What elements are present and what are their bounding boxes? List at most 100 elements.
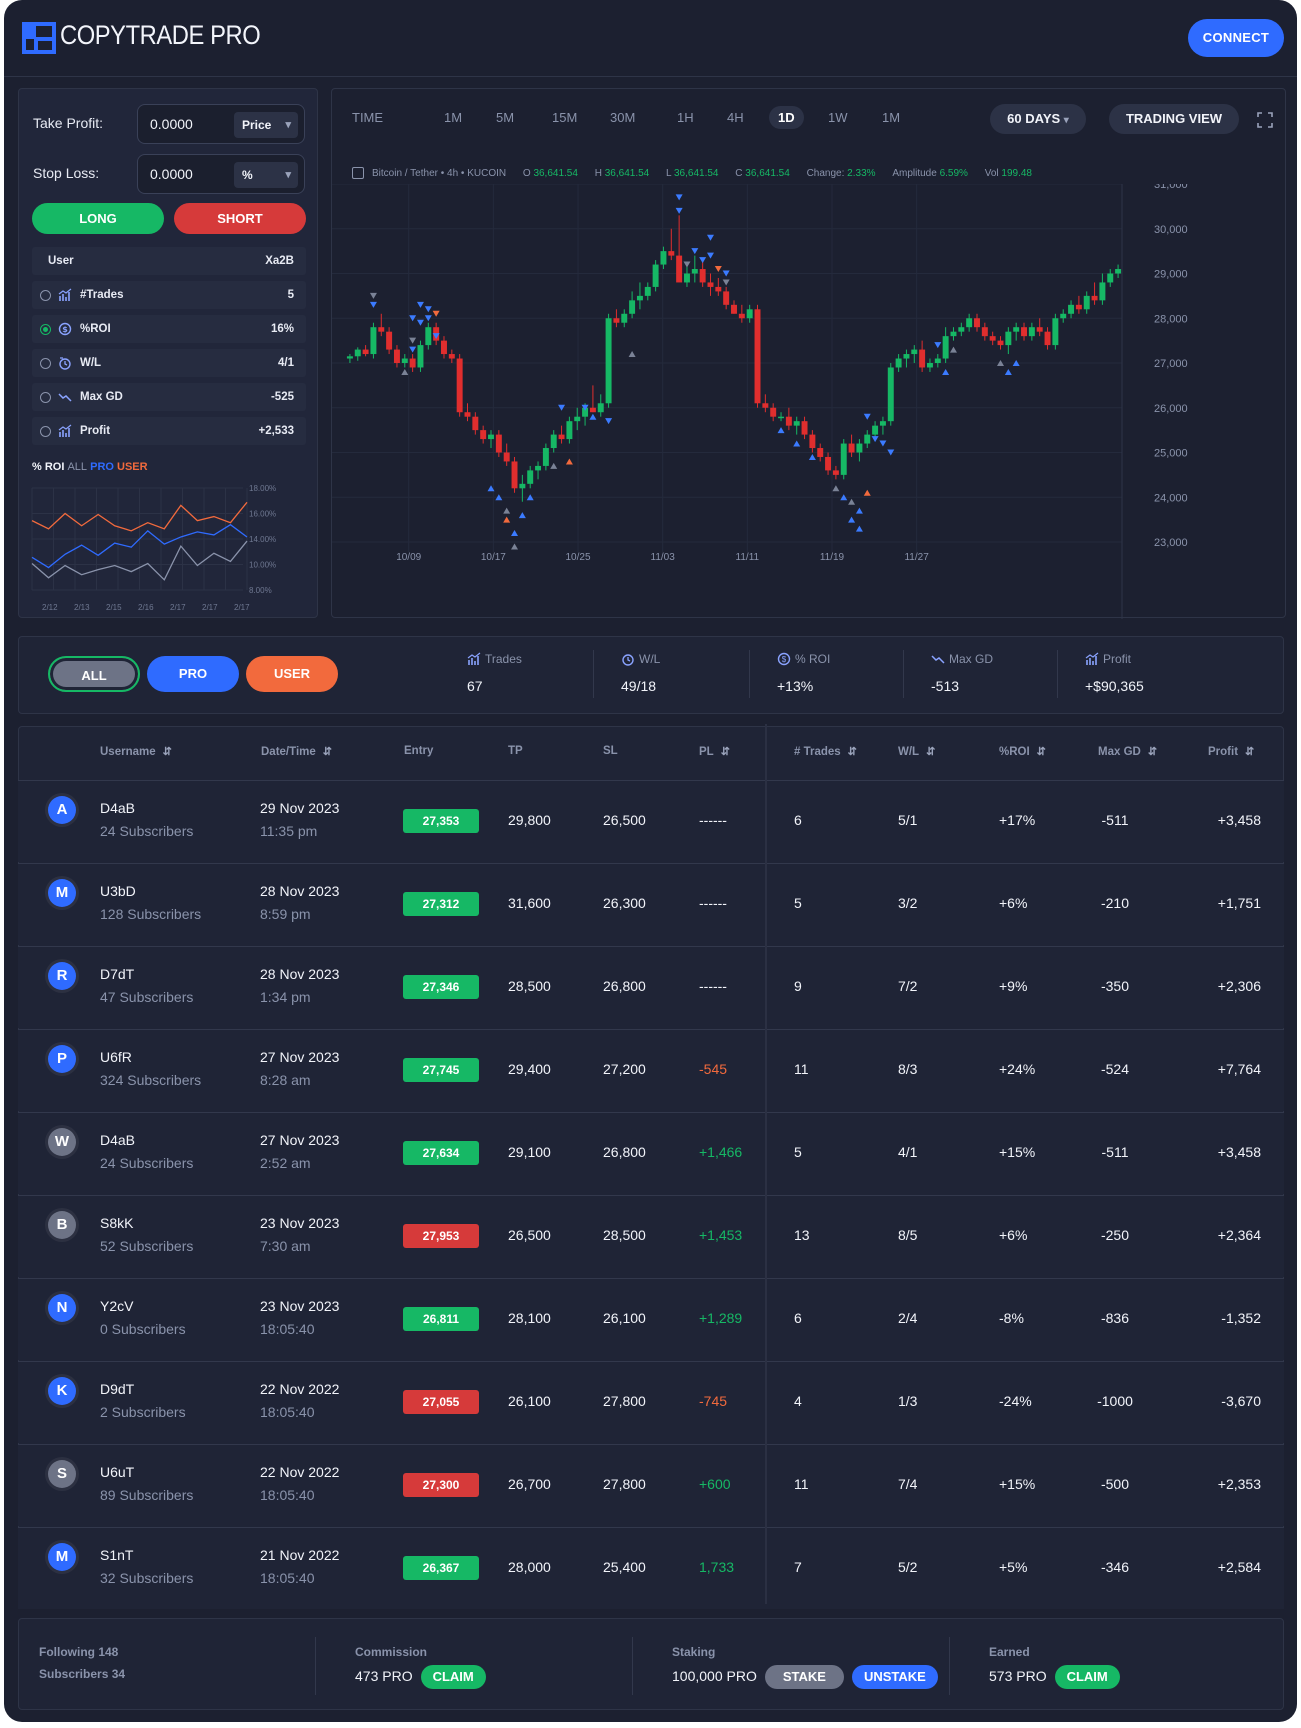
timeframe-15m[interactable]: 15M (552, 110, 577, 125)
trade-marker[interactable] (863, 413, 871, 420)
column-header-w-l[interactable]: W/L ⇵ (898, 745, 935, 758)
trade-marker[interactable] (401, 368, 409, 375)
candle-body[interactable] (895, 358, 902, 368)
candle-body[interactable] (636, 295, 643, 301)
candle-body[interactable] (942, 336, 949, 359)
trade-marker[interactable] (369, 301, 377, 308)
candle-body[interactable] (362, 349, 369, 355)
candle-body[interactable] (1036, 327, 1043, 332)
candle-body[interactable] (542, 448, 549, 466)
timeframe-5m[interactable]: 5M (496, 110, 514, 125)
candle-body[interactable] (848, 443, 855, 453)
trade-marker[interactable] (934, 342, 942, 349)
candle-body[interactable] (1005, 331, 1012, 346)
candle-body[interactable] (629, 300, 636, 314)
candle-body[interactable] (691, 269, 698, 274)
trade-marker[interactable] (432, 310, 440, 317)
candle-body[interactable] (1013, 327, 1020, 332)
candle-body[interactable] (864, 434, 871, 444)
candle-body[interactable] (817, 448, 824, 457)
radio-button[interactable] (40, 290, 51, 301)
username[interactable]: S1nT (100, 1547, 133, 1563)
username[interactable]: D4aB (100, 1132, 135, 1148)
candle-body[interactable] (825, 456, 832, 471)
trade-marker[interactable] (589, 413, 597, 420)
table-row[interactable]: M U3bD 128 Subscribers 28 Nov 2023 8:59 … (18, 863, 1284, 945)
timeframe-1m[interactable]: 1M (444, 110, 462, 125)
candle-body[interactable] (472, 416, 479, 431)
user-stat-bar[interactable]: #Trades 5 (32, 281, 306, 309)
candle-body[interactable] (652, 264, 659, 287)
candle-body[interactable] (425, 327, 432, 346)
candle-body[interactable] (1091, 295, 1098, 301)
candlestick-chart[interactable]: 31,000 30,000 29,000 28,000 27,000 26,000 25,0… (332, 184, 1287, 619)
candle-body[interactable] (762, 403, 769, 408)
candle-body[interactable] (644, 286, 651, 296)
candle-body[interactable] (997, 340, 1004, 346)
trade-marker[interactable] (706, 252, 714, 259)
long-button[interactable]: LONG (32, 203, 164, 234)
avatar[interactable]: B (48, 1211, 76, 1239)
filter-pro-button[interactable]: PRO (147, 656, 239, 692)
candle-body[interactable] (558, 434, 565, 440)
trade-marker[interactable] (848, 516, 856, 523)
candle-body[interactable] (778, 416, 785, 419)
candle-body[interactable] (683, 273, 690, 283)
candle-body[interactable] (386, 331, 393, 350)
candle-body[interactable] (887, 367, 894, 422)
candle-body[interactable] (746, 309, 753, 319)
fullscreen-icon[interactable] (1257, 112, 1273, 128)
trading-view-button[interactable]: TRADING VIEW (1109, 104, 1239, 134)
short-button[interactable]: SHORT (174, 203, 306, 234)
candle-body[interactable] (872, 425, 879, 435)
column-header--trades[interactable]: # Trades ⇵ (794, 745, 857, 758)
avatar[interactable]: N (48, 1294, 76, 1322)
candle-body[interactable] (566, 421, 573, 440)
candle-body[interactable] (527, 470, 534, 484)
trade-marker[interactable] (832, 485, 840, 492)
candle-body[interactable] (605, 318, 612, 404)
trade-marker[interactable] (416, 301, 424, 308)
candle-body[interactable] (1028, 327, 1035, 337)
radio-button[interactable] (40, 324, 51, 335)
sort-icon[interactable]: ⇵ (1148, 746, 1157, 758)
trade-marker[interactable] (511, 530, 519, 537)
stop-loss-input[interactable]: 0.0000 % (137, 154, 305, 194)
candle-body[interactable] (1052, 318, 1059, 346)
user-stat-roi[interactable]: $ %ROI 16% (32, 315, 306, 343)
candle-body[interactable] (354, 349, 361, 357)
candle-body[interactable] (856, 443, 863, 453)
timeframe-1d[interactable]: 1D (769, 106, 804, 129)
trade-marker[interactable] (691, 248, 699, 255)
user-stat-wl[interactable]: W/L 4/1 (32, 349, 306, 377)
candle-body[interactable] (1083, 295, 1090, 310)
candle-body[interactable] (519, 483, 526, 489)
candle-body[interactable] (550, 434, 557, 449)
candle-body[interactable] (832, 470, 839, 475)
candle-body[interactable] (911, 349, 918, 355)
sort-icon[interactable]: ⇵ (1245, 746, 1254, 758)
candle-body[interactable] (919, 349, 926, 368)
candle-body[interactable] (1044, 331, 1051, 346)
trade-marker[interactable] (369, 292, 377, 299)
avatar[interactable]: A (48, 796, 76, 824)
candle-body[interactable] (785, 416, 792, 426)
avatar[interactable]: M (48, 1543, 76, 1571)
legend-toggle-icon[interactable] (352, 167, 364, 179)
column-header-username[interactable]: Username ⇵ (100, 745, 172, 758)
candle-body[interactable] (840, 443, 847, 475)
claim-earned-button[interactable]: CLAIM (1054, 1665, 1120, 1689)
candle-body[interactable] (1099, 282, 1106, 301)
trade-marker[interactable] (855, 525, 863, 532)
trade-marker[interactable] (409, 337, 417, 344)
candle-body[interactable] (981, 327, 988, 337)
username[interactable]: Y2cV (100, 1298, 133, 1314)
candle-body[interactable] (801, 421, 808, 435)
trade-marker[interactable] (808, 453, 816, 460)
candle-body[interactable] (966, 318, 973, 328)
username[interactable]: U6fR (100, 1049, 132, 1065)
trade-marker[interactable] (871, 436, 879, 443)
candle-body[interactable] (989, 336, 996, 341)
candle-body[interactable] (1075, 304, 1082, 310)
candle-body[interactable] (770, 407, 777, 417)
